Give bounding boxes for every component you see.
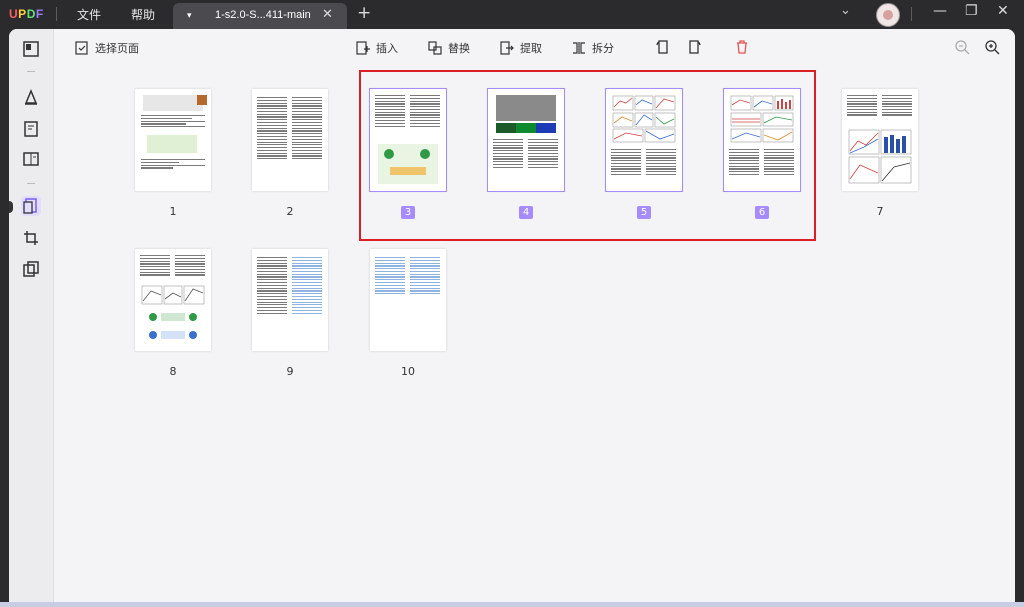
tab-menu-icon[interactable]: ▾ xyxy=(187,11,192,21)
split-label: 拆分 xyxy=(592,42,614,55)
extract-icon xyxy=(500,41,514,55)
insert-button[interactable]: 插入 xyxy=(356,39,398,57)
chevron-down-icon[interactable]: ⌄ xyxy=(840,3,851,18)
avatar[interactable] xyxy=(876,3,900,27)
replace-label: 替换 xyxy=(448,42,470,55)
zoom-out-icon[interactable] xyxy=(954,39,970,55)
menu-file[interactable]: 文件 xyxy=(77,6,101,23)
insert-icon xyxy=(356,41,370,55)
select-pages-button[interactable]: 选择页面 xyxy=(75,39,139,57)
page-thumbnail-2[interactable] xyxy=(252,89,328,191)
page-number-4: 4 xyxy=(488,205,564,219)
edit-icon[interactable] xyxy=(21,119,41,139)
select-pages-label: 选择页面 xyxy=(95,42,139,55)
replace-button[interactable]: 替换 xyxy=(428,39,470,57)
sidebar-toggle-handle[interactable] xyxy=(9,201,13,213)
minimize-button[interactable]: — xyxy=(933,3,947,19)
new-tab-button[interactable]: + xyxy=(357,3,371,23)
page-thumbnail-8[interactable] xyxy=(135,249,211,351)
divider xyxy=(911,7,912,21)
replace-icon xyxy=(428,41,442,55)
crop-icon[interactable] xyxy=(21,228,41,248)
page-thumbnail-7[interactable] xyxy=(842,89,918,191)
page-number-8: 8 xyxy=(169,365,177,378)
page-number-6: 6 xyxy=(724,205,800,219)
page-number-7: 7 xyxy=(876,205,884,218)
bottom-edge xyxy=(0,602,1024,607)
page-number-1: 1 xyxy=(169,205,177,218)
organize-pages-icon[interactable] xyxy=(21,196,41,216)
insert-label: 插入 xyxy=(376,42,398,55)
rotate-right-icon[interactable] xyxy=(687,39,703,55)
form-icon[interactable] xyxy=(21,149,41,169)
left-sidebar xyxy=(9,29,54,607)
divider xyxy=(27,71,35,72)
page-thumbnail-3[interactable] xyxy=(369,88,447,192)
app-logo: UPDF xyxy=(9,7,44,21)
main-window: 选择页面 插入 替换 提取 拆分 1 2 3 4 5 6 7 8 9 10 xyxy=(9,29,1015,607)
zoom-in-icon[interactable] xyxy=(984,39,1000,55)
divider xyxy=(56,7,57,21)
split-button[interactable]: 拆分 xyxy=(572,39,614,57)
page-number-2: 2 xyxy=(286,205,294,218)
page-number-9: 9 xyxy=(286,365,294,378)
page-number-5: 5 xyxy=(606,205,682,219)
page-thumbnail-10[interactable] xyxy=(370,249,446,351)
title-bar: UPDF 文件 帮助 ▾ 1-s2.0-S...411-main ✕ + ⌄ —… xyxy=(0,0,1024,29)
tab-close-icon[interactable]: ✕ xyxy=(322,7,333,22)
page-thumbnail-6[interactable] xyxy=(723,88,801,192)
restore-button[interactable]: ❐ xyxy=(965,3,978,19)
extract-button[interactable]: 提取 xyxy=(500,39,542,57)
tab-title: 1-s2.0-S...411-main xyxy=(215,9,311,21)
document-tab[interactable]: ▾ 1-s2.0-S...411-main ✕ xyxy=(173,3,347,29)
rotate-left-icon[interactable] xyxy=(654,39,670,55)
tools-icon[interactable] xyxy=(21,259,41,279)
extract-label: 提取 xyxy=(520,42,542,55)
page-number-3: 3 xyxy=(370,205,446,219)
select-pages-icon xyxy=(75,41,88,55)
page-thumbnail-4[interactable] xyxy=(487,88,565,192)
delete-icon[interactable] xyxy=(734,39,750,55)
close-window-button[interactable]: ✕ xyxy=(997,3,1009,19)
page-number-10: 10 xyxy=(401,365,415,378)
divider xyxy=(27,183,35,184)
menu-help[interactable]: 帮助 xyxy=(131,6,155,23)
reader-icon[interactable] xyxy=(21,39,41,59)
page-thumbnail-5[interactable] xyxy=(605,88,683,192)
comment-icon[interactable] xyxy=(21,87,41,107)
split-icon xyxy=(573,42,585,54)
page-thumbnail-9[interactable] xyxy=(252,249,328,351)
page-thumbnail-1[interactable] xyxy=(135,89,211,191)
